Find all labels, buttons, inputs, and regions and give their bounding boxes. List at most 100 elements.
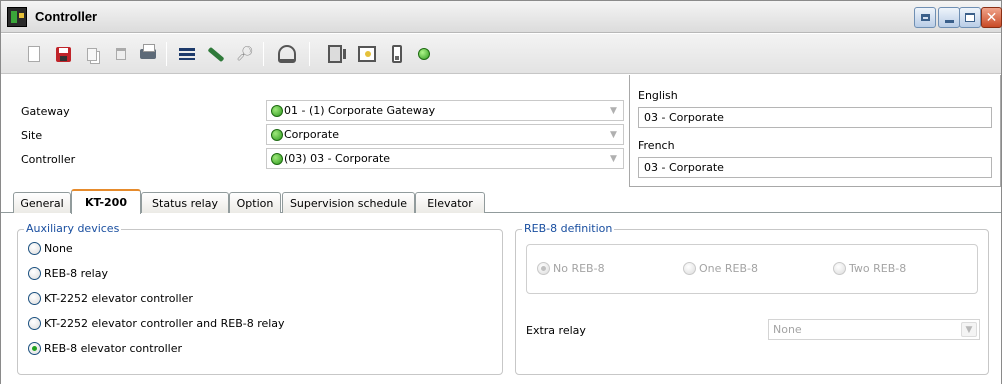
controller-window: Controller ✕ 🔎︎ Gateway 01 - (1) Corpora…	[0, 0, 1002, 385]
toolbar: 🔎︎	[1, 34, 1001, 74]
reb-8-option-label: One REB-8	[699, 262, 759, 275]
aux-option-label: KT-2252 elevator controller	[44, 292, 193, 305]
controller-value: (03) 03 - Corporate	[284, 152, 391, 165]
pencil-icon	[207, 46, 225, 62]
aux-option-none[interactable]: None	[28, 242, 73, 255]
controller-app-icon	[7, 7, 27, 27]
reb-8-count-box: No REB-8 One REB-8 Two REB-8	[526, 244, 978, 294]
aux-option-reb-8-relay[interactable]: REB-8 relay	[28, 267, 108, 280]
aux-option-kt-2252-and-reb-8[interactable]: KT-2252 elevator controller and REB-8 re…	[28, 317, 285, 330]
extra-relay-label: Extra relay	[526, 324, 586, 337]
radio-icon[interactable]	[28, 317, 41, 330]
chevron-down-icon[interactable]: ▼	[605, 150, 622, 167]
aux-option-reb-8-elevator[interactable]: REB-8 elevator controller	[28, 342, 182, 355]
reb-8-option-two[interactable]: Two REB-8	[833, 262, 906, 275]
access-button[interactable]	[356, 43, 378, 65]
toolbar-separator	[166, 42, 167, 66]
doors-button[interactable]	[324, 43, 346, 65]
radio-icon[interactable]	[28, 292, 41, 305]
status-dot-icon	[271, 128, 283, 141]
print-button[interactable]	[137, 43, 159, 65]
relay-button[interactable]	[386, 43, 408, 65]
aux-option-label: REB-8 relay	[44, 267, 108, 280]
controller-select[interactable]: (03) 03 - Corporate ▼	[266, 148, 624, 169]
kt-200-tab-content: Auxiliary devices None REB-8 relay KT-22…	[1, 213, 1001, 385]
selection-panel: Gateway 01 - (1) Corporate Gateway ▼ Sit…	[9, 75, 627, 187]
radio-checked-icon[interactable]	[28, 342, 41, 355]
toolbar-separator	[263, 42, 264, 66]
reb-8-definition-legend: REB-8 definition	[522, 222, 615, 235]
new-document-icon	[28, 46, 40, 62]
status-dot-icon	[271, 104, 283, 117]
tab-supervision-schedule[interactable]: Supervision schedule	[282, 192, 415, 213]
auxiliary-devices-legend: Auxiliary devices	[24, 222, 122, 235]
extra-relay-value: None	[773, 323, 802, 336]
english-description-field[interactable]: 03 - Corporate	[638, 107, 992, 128]
radio-icon[interactable]	[28, 242, 41, 255]
restore-icon	[920, 14, 930, 21]
site-value: Corporate	[284, 128, 339, 141]
status-dot-icon	[271, 152, 283, 165]
tab-status-relay[interactable]: Status relay	[141, 192, 229, 213]
site-select[interactable]: Corporate ▼	[266, 124, 624, 145]
tab-strip: General KT-200 Status relay Option Super…	[1, 188, 1001, 214]
minimize-button[interactable]	[938, 7, 960, 28]
list-icon	[179, 48, 195, 60]
gateway-label: Gateway	[21, 105, 70, 118]
user-icon	[278, 45, 296, 63]
reb-8-option-label: Two REB-8	[849, 262, 907, 275]
maximize-button[interactable]	[959, 7, 981, 28]
trash-icon	[116, 48, 126, 60]
door-icon	[328, 45, 346, 63]
save-button[interactable]	[52, 43, 74, 65]
maximize-icon	[965, 13, 975, 22]
status-button[interactable]	[413, 43, 435, 65]
gateway-select[interactable]: 01 - (1) Corporate Gateway ▼	[266, 100, 624, 121]
chevron-down-icon[interactable]: ▼	[605, 102, 622, 119]
tab-elevator[interactable]: Elevator	[415, 192, 485, 213]
reb-8-option-label: No REB-8	[553, 262, 605, 275]
status-green-icon	[418, 48, 430, 60]
reb-8-option-one[interactable]: One REB-8	[683, 262, 758, 275]
chevron-down-icon[interactable]: ▼	[605, 126, 622, 143]
radio-icon[interactable]	[683, 262, 696, 275]
extra-relay-select[interactable]: None ▼	[768, 319, 980, 340]
close-button[interactable]: ✕	[981, 7, 1002, 28]
toolbar-separator	[309, 42, 310, 66]
restore-button[interactable]	[914, 7, 936, 28]
french-description-field[interactable]: 03 - Corporate	[638, 157, 992, 178]
close-icon: ✕	[985, 9, 998, 26]
minimize-icon	[944, 20, 954, 23]
relay-icon	[392, 45, 402, 63]
copy-icon	[87, 47, 97, 61]
find-button[interactable]: 🔎︎	[234, 43, 256, 65]
header-panel: Gateway 01 - (1) Corporate Gateway ▼ Sit…	[1, 75, 1001, 187]
french-label: French	[638, 139, 675, 152]
aux-option-label: REB-8 elevator controller	[44, 342, 182, 355]
language-panel: English 03 - Corporate French 03 - Corpo…	[629, 75, 1001, 187]
radio-icon[interactable]	[28, 267, 41, 280]
auxiliary-devices-group: Auxiliary devices None REB-8 relay KT-22…	[17, 222, 503, 375]
reb-8-option-none[interactable]: No REB-8	[537, 262, 605, 275]
list-button[interactable]	[176, 43, 198, 65]
site-label: Site	[21, 129, 43, 142]
radio-checked-icon[interactable]	[537, 262, 550, 275]
radio-icon[interactable]	[833, 262, 846, 275]
new-document-button[interactable]	[23, 43, 45, 65]
save-icon	[55, 46, 71, 62]
copy-button[interactable]	[81, 43, 103, 65]
delete-button[interactable]	[110, 43, 132, 65]
tab-kt-200[interactable]: KT-200	[71, 189, 141, 214]
aux-option-label: KT-2252 elevator controller and REB-8 re…	[44, 317, 285, 330]
binoculars-icon: 🔎︎	[236, 46, 254, 62]
edit-button[interactable]	[205, 43, 227, 65]
aux-option-label: None	[44, 242, 73, 255]
chevron-down-icon[interactable]: ▼	[961, 322, 977, 337]
tab-option[interactable]: Option	[229, 192, 281, 213]
aux-option-kt-2252[interactable]: KT-2252 elevator controller	[28, 292, 193, 305]
title-bar[interactable]: Controller ✕	[1, 1, 1002, 33]
users-button[interactable]	[276, 43, 298, 65]
reb-8-definition-group: REB-8 definition No REB-8 One REB-8 Two …	[515, 222, 989, 375]
gateway-value: 01 - (1) Corporate Gateway	[284, 104, 436, 117]
tab-general[interactable]: General	[13, 192, 71, 213]
